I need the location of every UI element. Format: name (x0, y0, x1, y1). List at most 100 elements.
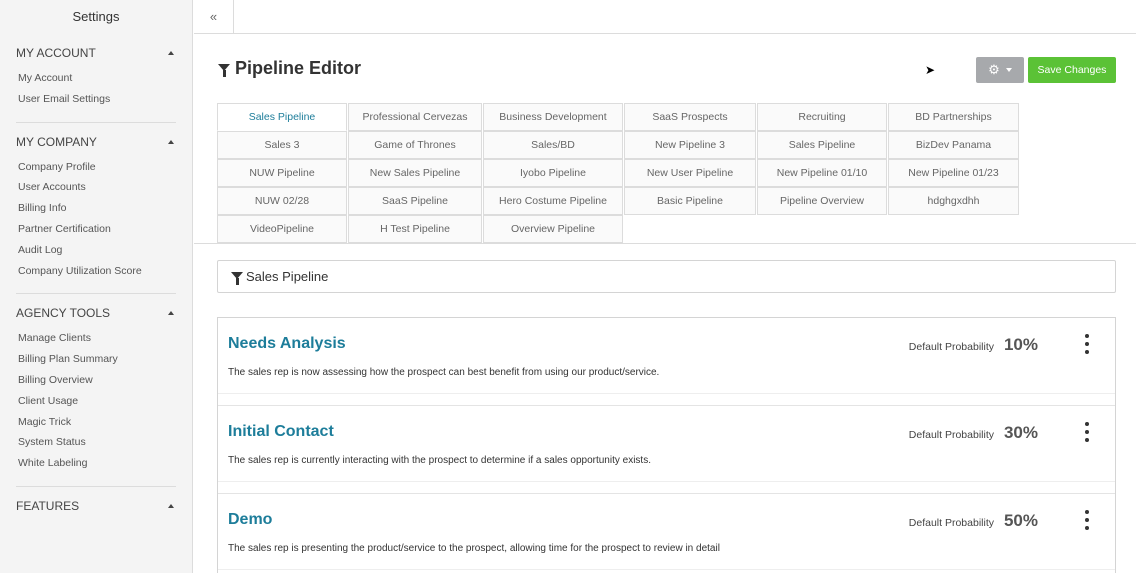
sidebar-item-my-account[interactable]: My Account (16, 68, 176, 89)
tab-pipeline[interactable]: Professional Cervezas (348, 103, 482, 131)
tab-pipeline[interactable]: Sales/BD (483, 131, 623, 159)
filter-icon (217, 62, 231, 77)
tab-pipeline[interactable]: New Pipeline 3 (624, 131, 756, 159)
sidebar-item-user-accounts[interactable]: User Accounts (16, 177, 176, 198)
tab-pipeline[interactable]: Sales Pipeline (217, 103, 347, 131)
more-options-icon[interactable] (1083, 334, 1091, 354)
tab-pipeline[interactable]: New Pipeline 01/23 (888, 159, 1019, 187)
caret-up-icon (168, 139, 174, 144)
settings-dropdown-button[interactable]: ⚙ (976, 57, 1024, 83)
section-header-my-company[interactable]: MY COMPANY (16, 133, 176, 151)
caret-up-icon (168, 503, 174, 508)
probability-value: 30% (1003, 423, 1038, 442)
save-changes-button[interactable]: Save Changes (1028, 57, 1116, 83)
tab-pipeline[interactable]: Sales 3 (217, 131, 347, 159)
pipeline-name-header: Sales Pipeline (217, 260, 1116, 293)
tab-pipeline[interactable]: Pipeline Overview (757, 187, 887, 215)
divider (218, 569, 1115, 570)
more-options-icon[interactable] (1083, 510, 1091, 530)
probability-label: Default Probability (908, 517, 994, 529)
divider (218, 393, 1115, 394)
tab-pipeline[interactable]: Recruiting (757, 103, 887, 131)
tab-pipeline[interactable]: New User Pipeline (624, 159, 756, 187)
tab-pipeline[interactable]: hdghgxdhh (888, 187, 1019, 215)
section-heading: FEATURES (16, 498, 80, 513)
caret-up-icon (168, 51, 174, 55)
stage-list: Needs Analysis The sales rep is now asse… (217, 317, 1116, 573)
sidebar-item-billing-overview[interactable]: Billing Overview (16, 370, 176, 391)
more-options-icon[interactable] (1083, 422, 1091, 442)
divider (218, 481, 1115, 482)
tab-pipeline[interactable]: SaaS Prospects (624, 103, 756, 131)
tab-pipeline[interactable]: BD Partnerships (888, 103, 1019, 131)
sidebar-item-audit-log[interactable]: Audit Log (16, 240, 176, 261)
stage-row: Needs Analysis The sales rep is now asse… (218, 318, 1115, 406)
tab-pipeline[interactable]: H Test Pipeline (348, 215, 482, 243)
tab-pipeline[interactable]: New Pipeline 01/10 (757, 159, 887, 187)
divider (16, 293, 176, 295)
sidebar-item-system-status[interactable]: System Status (16, 432, 176, 453)
tab-pipeline[interactable]: VideoPipeline (217, 215, 347, 243)
section-my-company: MY COMPANY Company Profile User Accounts… (0, 133, 192, 282)
sidebar-item-white-labeling[interactable]: White Labeling (16, 453, 176, 474)
sidebar-item-partner-certification[interactable]: Partner Certification (16, 219, 176, 240)
sidebar-item-billing-plan-summary[interactable]: Billing Plan Summary (16, 349, 176, 370)
sidebar-item-billing-info[interactable]: Billing Info (16, 198, 176, 219)
tab-pipeline[interactable]: Sales Pipeline (757, 131, 887, 159)
tab-pipeline[interactable]: New Sales Pipeline (348, 159, 482, 187)
sidebar-title: Settings (72, 9, 120, 24)
section-agency-tools: AGENCY TOOLS Manage Clients Billing Plan… (0, 304, 192, 474)
section-header-my-account[interactable]: MY ACCOUNT (16, 44, 176, 62)
section-heading: MY COMPANY (16, 134, 97, 149)
stage-description: The sales rep is presenting the product/… (228, 543, 720, 554)
tab-pipeline[interactable]: Business Development (483, 103, 623, 131)
divider (194, 243, 1136, 244)
stage-name[interactable]: Needs Analysis (228, 335, 346, 353)
stage-name[interactable]: Demo (228, 511, 272, 529)
mouse-cursor-icon: ➤ (925, 63, 936, 77)
settings-sidebar: Settings MY ACCOUNT My Account User Emai… (0, 0, 193, 573)
stage-row: Demo The sales rep is presenting the pro… (218, 494, 1115, 573)
tab-pipeline[interactable]: NUW 02/28 (217, 187, 347, 215)
sidebar-item-client-usage[interactable]: Client Usage (16, 391, 176, 412)
tab-pipeline[interactable]: Game of Thrones (348, 131, 482, 159)
sidebar-item-company-utilization-score[interactable]: Company Utilization Score (16, 261, 176, 282)
probability-label: Default Probability (908, 429, 994, 441)
divider (16, 121, 176, 123)
stage-description: The sales rep is currently interacting w… (228, 455, 651, 466)
pipeline-tabs: Sales Pipeline Professional Cervezas Busin… (217, 103, 1019, 243)
stage-description: The sales rep is now assessing how the p… (228, 367, 660, 378)
filter-icon (230, 270, 244, 285)
stage-name[interactable]: Initial Contact (228, 423, 334, 441)
probability-label: Default Probability (908, 341, 994, 353)
tab-pipeline[interactable]: Hero Costume Pipeline (483, 187, 623, 215)
gear-icon: ⚙ (988, 62, 1000, 77)
probability-value: 10% (1003, 335, 1038, 354)
section-heading: MY ACCOUNT (16, 46, 96, 60)
tab-pipeline[interactable]: Iyobo Pipeline (483, 159, 623, 187)
page-title: Pipeline Editor (235, 58, 362, 78)
sidebar-item-company-profile[interactable]: Company Profile (16, 157, 176, 178)
sidebar-item-user-email-settings[interactable]: User Email Settings (16, 89, 176, 110)
section-features: FEATURES (0, 497, 192, 515)
page-header: Pipeline Editor (217, 58, 361, 79)
section-my-account: MY ACCOUNT My Account User Email Setting… (0, 44, 192, 110)
section-heading: AGENCY TOOLS (16, 306, 111, 321)
sidebar-item-magic-trick[interactable]: Magic Trick (16, 412, 176, 433)
tab-pipeline[interactable]: NUW Pipeline (217, 159, 347, 187)
caret-up-icon (168, 311, 174, 316)
top-bar: « (194, 0, 1136, 34)
collapse-sidebar-icon[interactable]: « (194, 0, 234, 33)
sidebar-item-manage-clients[interactable]: Manage Clients (16, 328, 176, 349)
tab-pipeline[interactable]: Basic Pipeline (624, 187, 756, 215)
section-header-agency-tools[interactable]: AGENCY TOOLS (16, 304, 176, 322)
tab-pipeline[interactable]: SaaS Pipeline (348, 187, 482, 215)
tab-pipeline[interactable]: Overview Pipeline (483, 215, 623, 243)
divider (16, 485, 176, 487)
chevron-down-icon (1005, 68, 1012, 72)
pipeline-name: Sales Pipeline (246, 269, 329, 284)
probability-value: 50% (1003, 511, 1038, 530)
tab-pipeline[interactable]: BizDev Panama (888, 131, 1019, 159)
section-header-features[interactable]: FEATURES (16, 497, 176, 515)
stage-row: Initial Contact The sales rep is current… (218, 406, 1115, 494)
